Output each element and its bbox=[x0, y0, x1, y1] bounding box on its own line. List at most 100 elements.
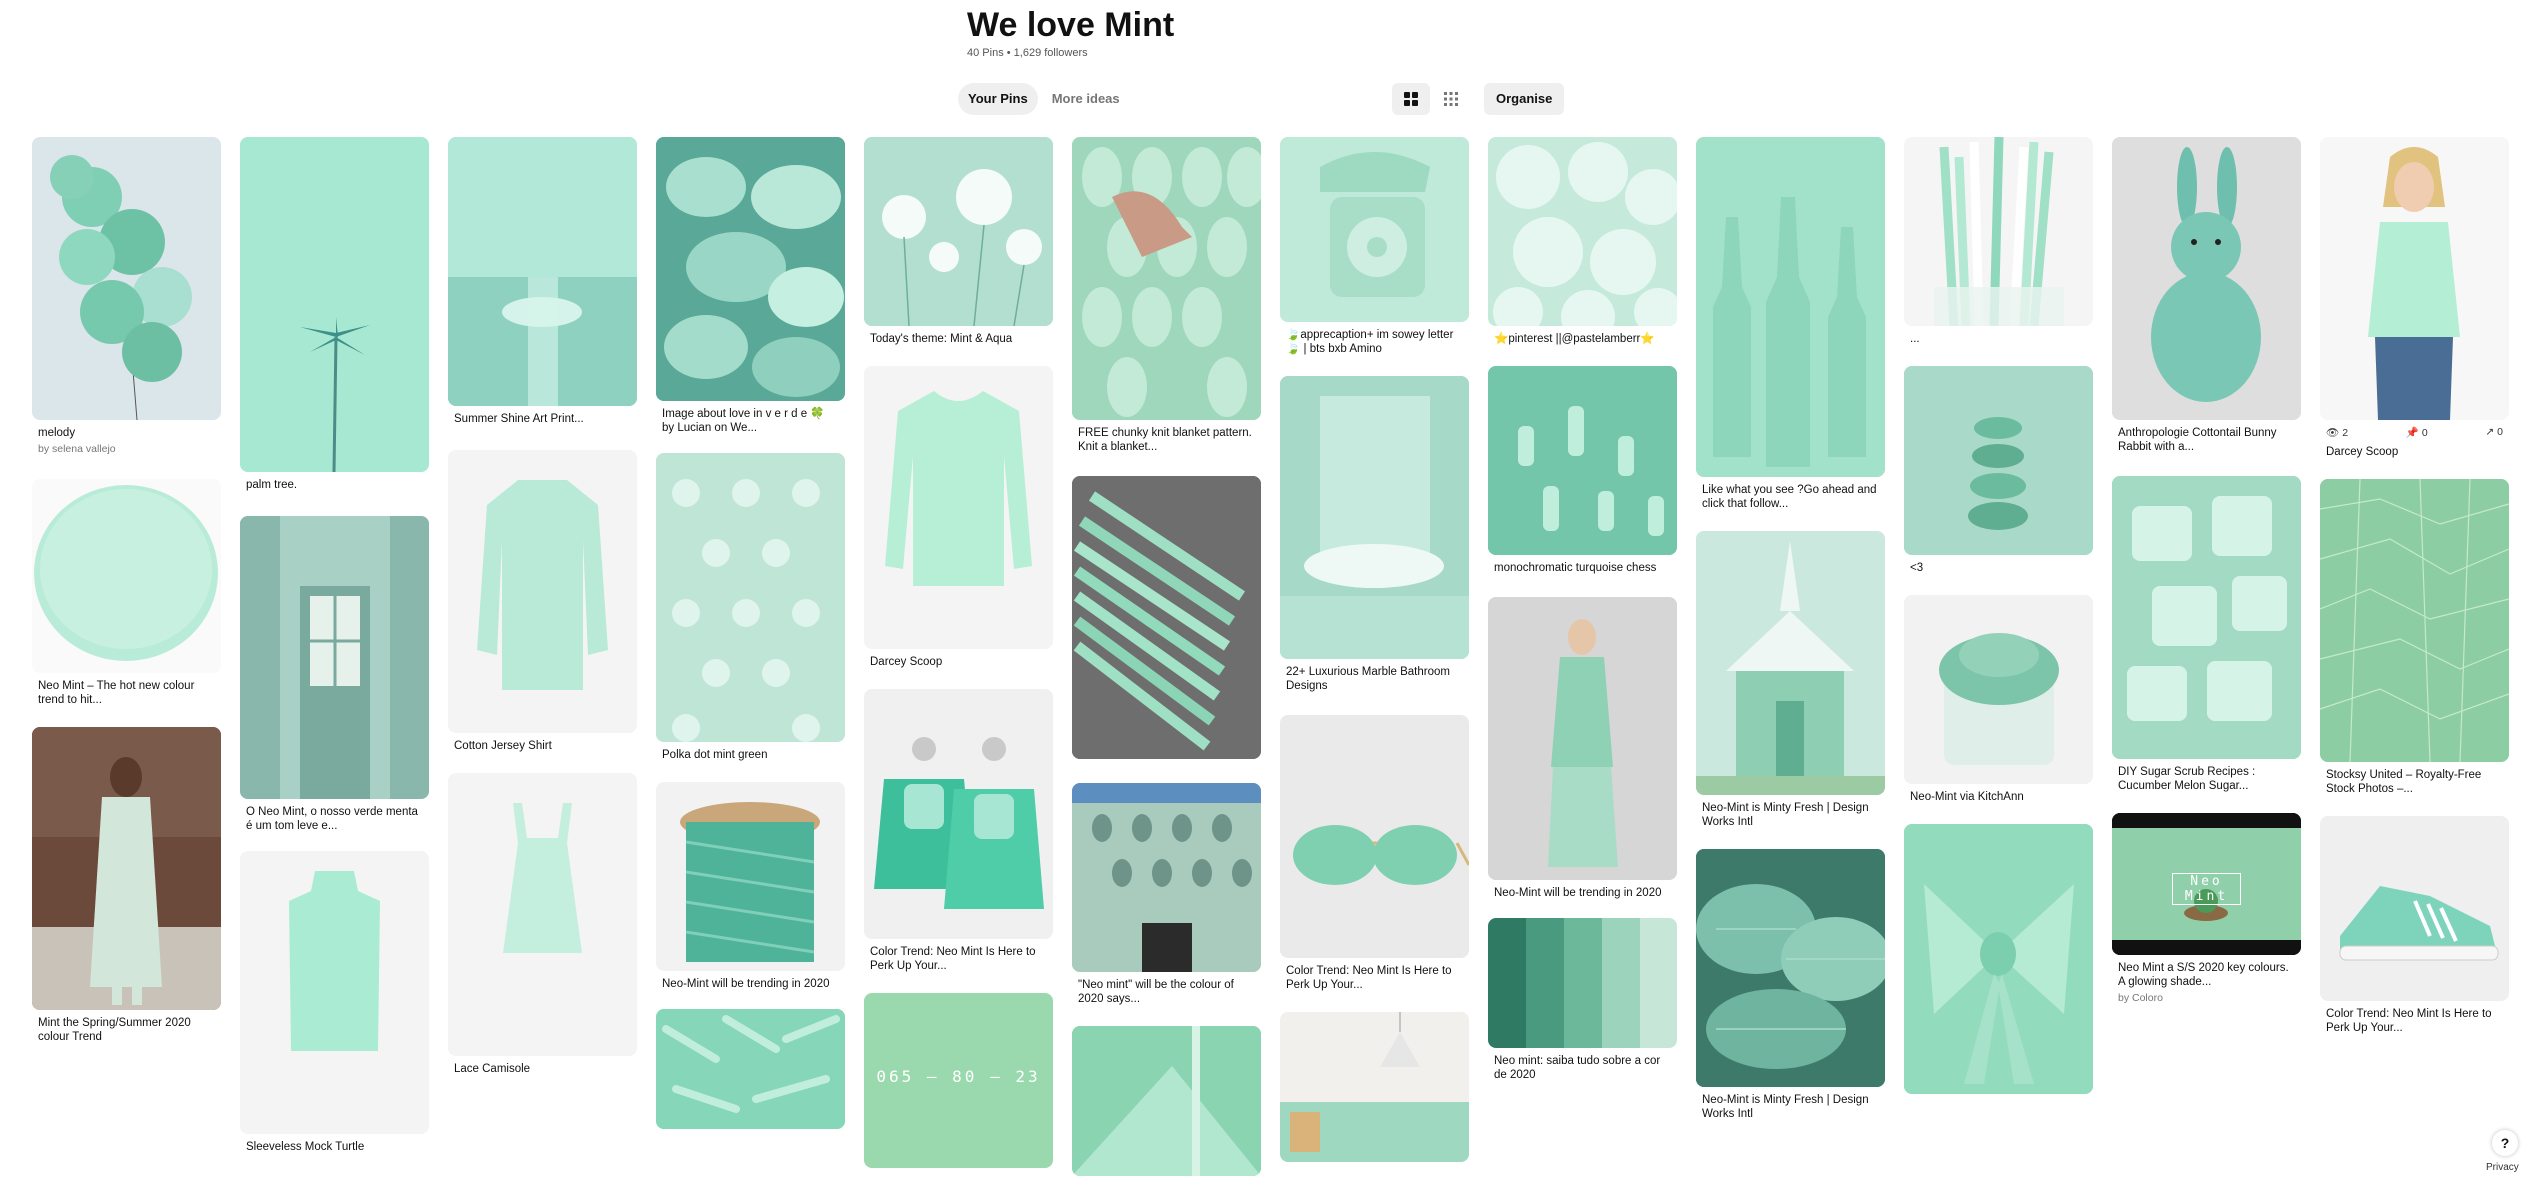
pin-title: Image about love in v e r d e 🍀 by Lucia… bbox=[662, 408, 825, 434]
pin-image-mint-mushrooms[interactable] bbox=[1696, 849, 1885, 1087]
pin-image-mint-pasta[interactable] bbox=[656, 1009, 845, 1129]
pin-card[interactable]: Color Trend: Neo Mint Is Here to Perk Up… bbox=[864, 689, 1053, 973]
pin-image-darcey-scoop[interactable] bbox=[864, 366, 1053, 649]
pin-image-mosaic[interactable] bbox=[2320, 479, 2509, 762]
pin-card[interactable]: Mint the Spring/Summer 2020 colour Trend bbox=[32, 727, 221, 1044]
pin-image-mint-church[interactable] bbox=[1696, 531, 1885, 795]
pin-image-macarons[interactable] bbox=[1904, 366, 2093, 555]
pin-card[interactable]: 065 — 80 — 23 bbox=[864, 993, 1053, 1168]
help-button[interactable]: ? bbox=[2492, 1130, 2518, 1156]
pin-image-shells[interactable] bbox=[656, 137, 845, 401]
pin-card[interactable]: Neo-Mint will be trending in 2020 bbox=[656, 782, 845, 991]
pin-card[interactable]: ⭐pinterest ||@pastelamberr⭐ bbox=[1488, 137, 1677, 346]
pin-image-perforated-building[interactable] bbox=[1072, 783, 1261, 972]
pin-image-interior[interactable] bbox=[1280, 1012, 1469, 1162]
board-header: We love Mint 40 Pins • 1,629 followers bbox=[967, 4, 1174, 60]
pin-image-lace-camisole[interactable] bbox=[448, 773, 637, 1056]
pin-card[interactable]: Sleeveless Mock Turtle bbox=[240, 851, 429, 1154]
pin-card[interactable]: Polka dot mint green bbox=[656, 453, 845, 762]
pin-image-color-palette[interactable] bbox=[1488, 918, 1677, 1048]
pin-title: DIY Sugar Scrub Recipes : Cucumber Melon… bbox=[2118, 766, 2256, 792]
privacy-link[interactable]: Privacy bbox=[2486, 1162, 2519, 1173]
tab-more-ideas[interactable]: More ideas bbox=[1042, 83, 1130, 115]
pin-card[interactable]: Image about love in v e r d e 🍀 by Lucia… bbox=[656, 137, 845, 435]
pin-card[interactable]: Neo Mint Neo Mint a S/S 2020 key colours… bbox=[2112, 813, 2301, 1004]
pin-image-polka-dots[interactable] bbox=[656, 453, 845, 742]
pin-card[interactable]: Neo mint: saiba tudo sobre a cor de 2020 bbox=[1488, 918, 1677, 1082]
pin-title: Neo Mint a S/S 2020 key colours. A glowi… bbox=[2118, 962, 2289, 988]
pin-card[interactable]: Lace Camisole bbox=[448, 773, 637, 1076]
pin-image-summer-shine[interactable] bbox=[448, 137, 637, 406]
pin-image-sugar-scrub[interactable] bbox=[2112, 476, 2301, 759]
pin-image-sunglasses[interactable] bbox=[1280, 715, 1469, 958]
pin-image-chess[interactable] bbox=[1488, 366, 1677, 555]
pin-card[interactable]: 👁 2 📌 0 ↗ 0 Darcey Scoop bbox=[2320, 137, 2509, 459]
pin-card[interactable]: 22+ Luxurious Marble Bathroom Designs bbox=[1280, 376, 1469, 693]
pin-card[interactable]: Like what you see ?Go ahead and click th… bbox=[1696, 137, 1885, 511]
pin-card[interactable]: 🍃apprecaption+ im sowey letter🍃 | bts bx… bbox=[1280, 137, 1469, 356]
pin-image-bunny[interactable] bbox=[2112, 137, 2301, 420]
pin-image-twine-spool[interactable] bbox=[656, 782, 845, 971]
pin-card[interactable]: Summer Shine Art Print... bbox=[448, 137, 637, 426]
pin-image-jersey-shirt[interactable] bbox=[448, 450, 637, 733]
pin-image-straws[interactable] bbox=[1904, 137, 2093, 326]
pin-card[interactable] bbox=[1280, 1012, 1469, 1162]
pin-image-pencils[interactable] bbox=[1072, 476, 1261, 759]
pin-image-marble-bathroom[interactable] bbox=[1280, 376, 1469, 659]
pin-card[interactable]: Anthropologie Cottontail Bunny Rabbit wi… bbox=[2112, 137, 2301, 454]
pin-card[interactable] bbox=[1072, 1026, 1261, 1176]
pin-card[interactable]: Today's theme: Mint & Aqua bbox=[864, 137, 1053, 346]
pin-card[interactable]: Cotton Jersey Shirt bbox=[448, 450, 637, 753]
pin-card[interactable]: monochromatic turquoise chess bbox=[1488, 366, 1677, 575]
pin-image-color-swatch[interactable]: 065 — 80 — 23 bbox=[864, 993, 1053, 1168]
pin-image-satin-bow[interactable] bbox=[1904, 824, 2093, 1094]
pin-card[interactable]: Neo-Mint via KitchAnn bbox=[1904, 595, 2093, 804]
default-grid-view-button[interactable] bbox=[1392, 83, 1430, 115]
pin-card[interactable]: FREE chunky knit blanket pattern. Knit a… bbox=[1072, 137, 1261, 454]
pin-image-balloons[interactable] bbox=[32, 137, 221, 420]
pin-card[interactable]: Color Trend: Neo Mint Is Here to Perk Up… bbox=[1280, 715, 1469, 992]
pin-image-sneaker[interactable] bbox=[2320, 816, 2509, 1001]
pin-card[interactable]: melody by selena vallejo bbox=[32, 137, 221, 455]
pin-card[interactable]: Neo-Mint is Minty Fresh | Design Works I… bbox=[1696, 531, 1885, 829]
view-toggle bbox=[1392, 83, 1472, 115]
pin-image-neo-mint-video[interactable]: Neo Mint bbox=[2112, 813, 2301, 955]
pin-card[interactable]: Darcey Scoop bbox=[864, 366, 1053, 669]
pin-image-tassel-earrings[interactable] bbox=[864, 689, 1053, 939]
pin-card[interactable]: ... bbox=[1904, 137, 2093, 346]
pin-card[interactable]: Neo-Mint will be trending in 2020 bbox=[1488, 597, 1677, 900]
pin-card[interactable]: Neo Mint – The hot new colour trend to h… bbox=[32, 479, 221, 707]
pin-card[interactable]: "Neo mint" will be the colour of 2020 sa… bbox=[1072, 783, 1261, 1006]
pin-card[interactable]: O Neo Mint, o nosso verde menta é um tom… bbox=[240, 516, 429, 833]
pin-title: melody bbox=[38, 427, 76, 439]
pin-image-flowers[interactable] bbox=[864, 137, 1053, 326]
tab-your-pins[interactable]: Your Pins bbox=[958, 83, 1038, 115]
pin-card[interactable]: Stocksy United – Royalty-Free Stock Phot… bbox=[2320, 479, 2509, 796]
pin-card[interactable]: Neo-Mint is Minty Fresh | Design Works I… bbox=[1696, 849, 1885, 1121]
pin-image-rotary-phone[interactable] bbox=[1280, 137, 1469, 322]
pin-icon: 📌 bbox=[2405, 427, 2419, 439]
pin-card[interactable]: FREE chunky knit blanket pattern. Knit a… bbox=[1072, 476, 1261, 759]
pin-image-chunky-knit[interactable] bbox=[1072, 137, 1261, 420]
pin-card[interactable]: DIY Sugar Scrub Recipes : Cucumber Melon… bbox=[2112, 476, 2301, 793]
pin-image-mint-ice-cream[interactable] bbox=[1488, 137, 1677, 326]
pin-title: Mint the Spring/Summer 2020 colour Trend bbox=[38, 1017, 191, 1043]
pin-image-mint-powder[interactable] bbox=[1904, 595, 2093, 784]
pin-image-mint-glass[interactable] bbox=[1072, 1026, 1261, 1176]
pin-image-sleeveless-top[interactable] bbox=[240, 851, 429, 1134]
pin-card[interactable]: palm tree. bbox=[240, 137, 429, 492]
pin-image-woman-mint-top[interactable] bbox=[2320, 137, 2509, 420]
pin-title: Today's theme: Mint & Aqua bbox=[870, 333, 1013, 345]
pin-image-mint-bottles[interactable] bbox=[1696, 137, 1885, 477]
pin-image-palm-tree[interactable] bbox=[240, 137, 429, 472]
pin-card[interactable]: Color Trend: Neo Mint Is Here to Perk Up… bbox=[2320, 816, 2509, 1035]
pin-card[interactable] bbox=[656, 1009, 845, 1129]
pin-image-runway-model[interactable] bbox=[32, 727, 221, 1010]
pin-image-mint-doorway[interactable] bbox=[240, 516, 429, 799]
pin-image-runway-model-2[interactable] bbox=[1488, 597, 1677, 880]
pin-image-paint-blob[interactable] bbox=[32, 479, 221, 673]
pin-card[interactable] bbox=[1904, 824, 2093, 1094]
organise-button[interactable]: Organise bbox=[1484, 83, 1565, 115]
compact-grid-view-button[interactable] bbox=[1432, 83, 1470, 115]
pin-card[interactable]: <3 bbox=[1904, 366, 2093, 575]
